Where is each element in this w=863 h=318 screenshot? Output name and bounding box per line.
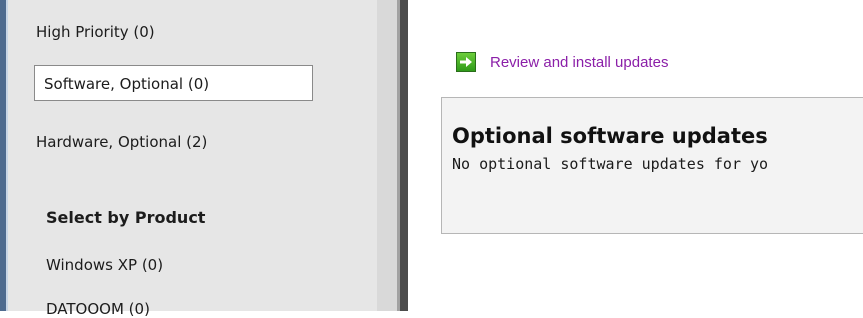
sidebar-item-hardware-optional[interactable]: Hardware, Optional (2) bbox=[36, 133, 207, 151]
sidebar-item-product-2[interactable]: DATOOOM (0) bbox=[46, 300, 150, 318]
review-install-link[interactable]: Review and install updates bbox=[456, 52, 668, 72]
pane-divider-shadow bbox=[400, 0, 408, 311]
sidebar-item-software-optional[interactable]: Software, Optional (0) bbox=[34, 65, 313, 101]
review-install-label: Review and install updates bbox=[490, 53, 669, 71]
panel-message: No optional software updates for yo bbox=[452, 155, 769, 173]
section-header-select-by-product: Select by Product bbox=[46, 208, 206, 227]
green-arrow-icon bbox=[456, 52, 476, 72]
sidebar-item-high-priority[interactable]: High Priority (0) bbox=[36, 23, 155, 41]
optional-updates-panel: Optional software updates No optional so… bbox=[441, 97, 863, 234]
main-content: Review and install updates Optional soft… bbox=[408, 0, 863, 311]
sidebar: High Priority (0) Software, Optional (0)… bbox=[8, 0, 377, 318]
sidebar-scroll-strip[interactable] bbox=[377, 0, 397, 311]
sidebar-item-windows-xp[interactable]: Windows XP (0) bbox=[46, 256, 163, 274]
panel-title: Optional software updates bbox=[452, 124, 768, 148]
